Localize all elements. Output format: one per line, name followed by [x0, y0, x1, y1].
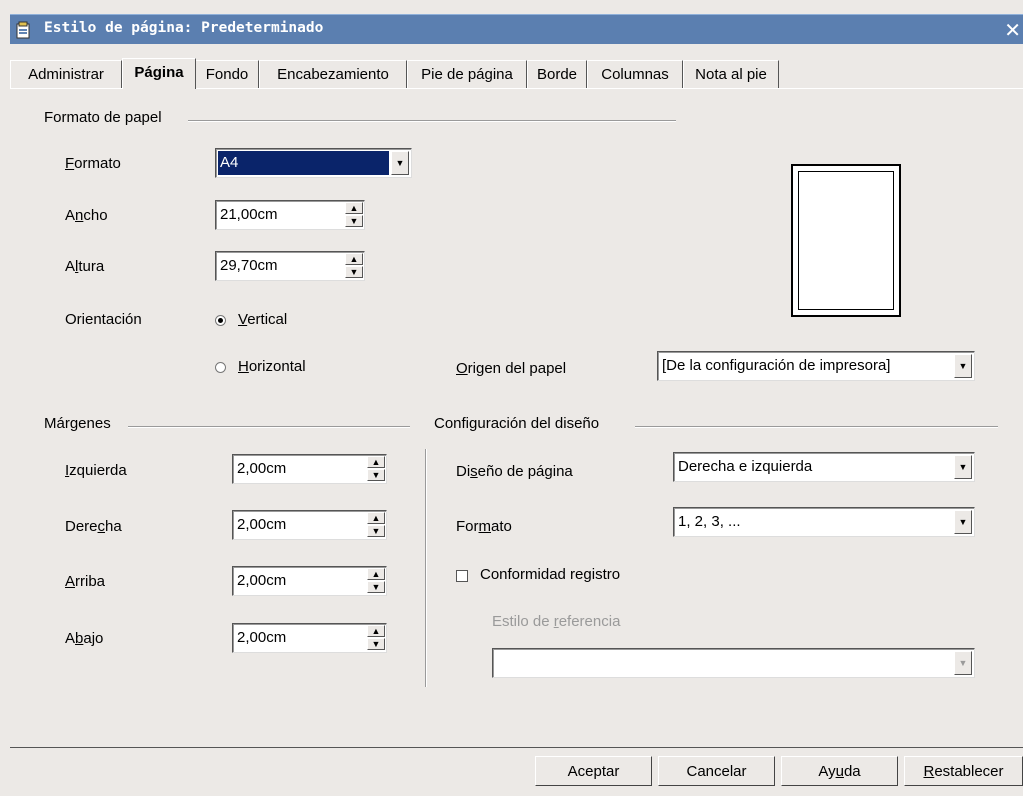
spin-down-icon[interactable]: ▼ [367, 638, 385, 650]
paper-format-divider [188, 120, 676, 122]
paper-format-group-label: Formato de papel [44, 109, 162, 126]
left-margin-spin-buttons[interactable]: ▲ ▼ [367, 456, 385, 482]
register-true-checkbox[interactable] [456, 570, 468, 582]
portrait-radio[interactable] [215, 315, 226, 326]
dialog-window: Estilo de página: Predeterminado ✕ Admin… [0, 0, 1023, 796]
margins-divider [128, 426, 410, 428]
left-margin-spinbox[interactable]: 2,00cm ▲ ▼ [232, 454, 387, 484]
top-margin-label: Arriba [65, 573, 106, 590]
ok-button[interactable]: Aceptar [535, 756, 652, 786]
bottom-margin-spin-buttons[interactable]: ▲ ▼ [367, 625, 385, 651]
number-format-label: Formato [456, 518, 512, 535]
document-icon [16, 21, 30, 39]
spin-down-icon[interactable]: ▼ [345, 266, 363, 278]
spin-up-icon[interactable]: ▲ [367, 625, 385, 637]
chevron-down-icon[interactable]: ▼ [954, 651, 972, 675]
layout-divider [635, 426, 998, 428]
right-margin-spin-buttons[interactable]: ▲ ▼ [367, 512, 385, 538]
chevron-down-icon[interactable]: ▼ [391, 151, 409, 175]
chevron-down-icon[interactable]: ▼ [954, 455, 972, 479]
top-margin-value: 2,00cm [237, 572, 287, 589]
width-spinbox[interactable]: 21,00cm ▲ ▼ [215, 200, 365, 230]
chevron-down-icon[interactable]: ▼ [954, 354, 972, 378]
format-select[interactable]: A4 ▼ [215, 148, 412, 178]
format-label: Formato [65, 155, 121, 172]
right-margin-spinbox[interactable]: 2,00cm ▲ ▼ [232, 510, 387, 540]
right-margin-value: 2,00cm [237, 516, 287, 533]
cancel-button[interactable]: Cancelar [658, 756, 775, 786]
left-margin-label: Izquierda [65, 462, 127, 479]
reference-style-select[interactable]: ▼ [492, 648, 975, 678]
landscape-label[interactable]: Horizontal [238, 358, 306, 375]
tab-encabezamiento[interactable]: Encabezamiento [259, 60, 407, 89]
reset-button[interactable]: Restablecer [904, 756, 1023, 786]
dialog-body: Administrar Página Fondo Encabezamiento … [10, 44, 1023, 796]
tab-panel-pagina: Formato de papel Formato A4 ▼ Ancho 21,0… [10, 88, 1023, 748]
page-preview-margins [798, 171, 894, 310]
left-margin-value: 2,00cm [237, 460, 287, 477]
height-spin-buttons[interactable]: ▲ ▼ [345, 253, 363, 279]
reference-style-label: Estilo de referencia [492, 613, 621, 630]
page-layout-label: Diseño de página [456, 463, 573, 480]
tab-fondo[interactable]: Fondo [195, 60, 259, 89]
top-margin-spinbox[interactable]: 2,00cm ▲ ▼ [232, 566, 387, 596]
height-label: Altura [65, 258, 105, 275]
portrait-label[interactable]: Vertical [238, 311, 287, 328]
spin-down-icon[interactable]: ▼ [367, 525, 385, 537]
tab-administrar[interactable]: Administrar [10, 60, 122, 89]
landscape-radio[interactable] [215, 362, 226, 373]
paper-source-label: Origen del papel [456, 360, 567, 377]
width-label: Ancho [65, 207, 108, 224]
top-margin-spin-buttons[interactable]: ▲ ▼ [367, 568, 385, 594]
window-title: Estilo de página: Predeterminado [44, 20, 324, 36]
close-icon[interactable]: ✕ [1004, 18, 1021, 42]
paper-source-select[interactable]: [De la configuración de impresora] ▼ [657, 351, 975, 381]
page-layout-value: Derecha e izquierda [678, 458, 813, 475]
height-spinbox[interactable]: 29,70cm ▲ ▼ [215, 251, 365, 281]
number-format-value: 1, 2, 3, ... [678, 513, 741, 530]
spin-down-icon[interactable]: ▼ [345, 215, 363, 227]
number-format-select[interactable]: 1, 2, 3, ... ▼ [673, 507, 975, 537]
spin-up-icon[interactable]: ▲ [345, 202, 363, 214]
spin-up-icon[interactable]: ▲ [367, 512, 385, 524]
chevron-down-icon[interactable]: ▼ [954, 510, 972, 534]
bottom-margin-value: 2,00cm [237, 629, 287, 646]
tab-columnas[interactable]: Columnas [587, 60, 683, 89]
spin-up-icon[interactable]: ▲ [345, 253, 363, 265]
bottom-margin-label: Abajo [65, 630, 104, 647]
spin-down-icon[interactable]: ▼ [367, 469, 385, 481]
layout-group-label: Configuración del diseño [434, 415, 600, 432]
spin-up-icon[interactable]: ▲ [367, 568, 385, 580]
page-preview [791, 164, 901, 317]
margins-group-label: Márgenes [44, 415, 111, 432]
spin-down-icon[interactable]: ▼ [367, 581, 385, 593]
page-layout-select[interactable]: Derecha e izquierda ▼ [673, 452, 975, 482]
width-spin-buttons[interactable]: ▲ ▼ [345, 202, 363, 228]
bottom-margin-spinbox[interactable]: 2,00cm ▲ ▼ [232, 623, 387, 653]
help-button[interactable]: Ayuda [781, 756, 898, 786]
register-true-label[interactable]: Conformidad registro [480, 566, 620, 583]
orientation-label: Orientación [65, 311, 142, 328]
spin-up-icon[interactable]: ▲ [367, 456, 385, 468]
height-value: 29,70cm [220, 257, 278, 274]
tab-nota-al-pie[interactable]: Nota al pie [683, 60, 779, 89]
format-selection-highlight [218, 151, 389, 175]
format-value: A4 [220, 154, 239, 171]
right-margin-label: Derecha [65, 518, 122, 535]
tab-pie-de-pagina[interactable]: Pie de página [407, 60, 527, 89]
tab-borde[interactable]: Borde [527, 60, 587, 89]
title-bar[interactable]: Estilo de página: Predeterminado ✕ [10, 14, 1023, 45]
vertical-divider [425, 449, 427, 687]
width-value: 21,00cm [220, 206, 278, 223]
tab-pagina[interactable]: Página [122, 58, 196, 89]
paper-source-value: [De la configuración de impresora] [662, 357, 891, 374]
